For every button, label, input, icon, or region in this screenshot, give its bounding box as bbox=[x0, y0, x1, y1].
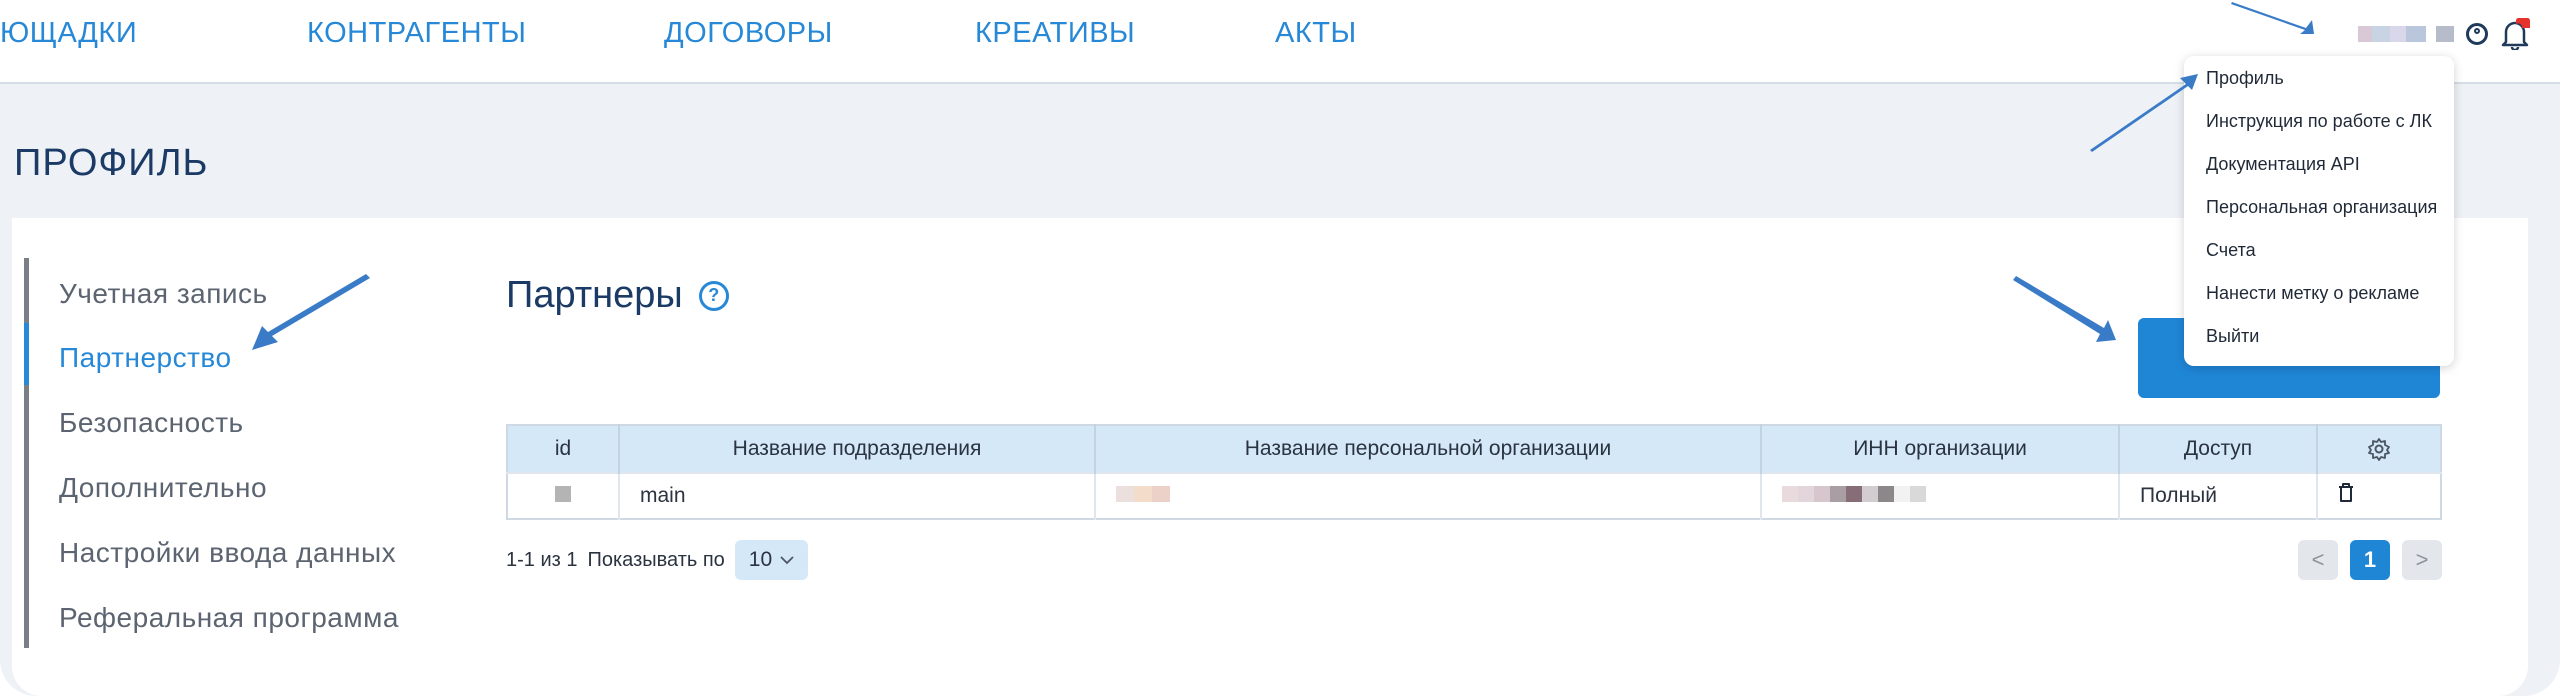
page-size-select[interactable]: 10 bbox=[734, 540, 809, 580]
blurred-username[interactable] bbox=[2358, 26, 2454, 42]
column-settings bbox=[2317, 425, 2441, 473]
menu-item-instructions[interactable]: Инструкция по работе с ЛК bbox=[2206, 111, 2432, 132]
top-navigation: ЮЩАДКИ КОНТРАГЕНТЫ ДОГОВОРЫ КРЕАТИВЫ АКТ… bbox=[0, 0, 2560, 84]
current-page-button[interactable]: 1 bbox=[2350, 540, 2390, 580]
cell-division: main bbox=[619, 472, 1096, 519]
cell-personal-organization bbox=[1095, 472, 1762, 519]
cell-access: Полный bbox=[2119, 472, 2318, 519]
profile-sidebar: Учетная запись Партнерство Безопасность … bbox=[24, 258, 449, 648]
pagination-range: 1-1 из 1 bbox=[506, 548, 578, 571]
column-header-division[interactable]: Название подразделения bbox=[619, 425, 1096, 473]
nav-item-acts[interactable]: АКТЫ bbox=[1275, 17, 1357, 50]
sidebar-item-data-input-settings[interactable]: Настройки ввода данных bbox=[29, 533, 396, 573]
sidebar-item-partnership[interactable]: Партнерство bbox=[29, 338, 232, 378]
redacted-organization bbox=[1116, 486, 1170, 502]
table-row[interactable]: main Полный bbox=[507, 472, 2441, 519]
app-frame: ЮЩАДКИ КОНТРАГЕНТЫ ДОГОВОРЫ КРЕАТИВЫ АКТ… bbox=[0, 0, 2560, 696]
chevron-down-icon bbox=[780, 556, 794, 565]
nav-item-platforms[interactable]: ЮЩАДКИ bbox=[0, 17, 137, 50]
page-size-label: Показывать по bbox=[587, 548, 725, 571]
profile-card: Учетная запись Партнерство Безопасность … bbox=[12, 218, 2528, 696]
partners-table: id Название подразделения Название персо… bbox=[506, 424, 2442, 520]
menu-item-invoices[interactable]: Счета bbox=[2206, 240, 2256, 261]
cell-inn bbox=[1761, 472, 2120, 519]
pagination-controls: < 1 > bbox=[2298, 540, 2442, 580]
column-header-access[interactable]: Доступ bbox=[2119, 425, 2318, 473]
section-title-text: Партнеры bbox=[506, 274, 683, 316]
gear-icon[interactable] bbox=[2367, 437, 2391, 462]
user-menu-dropdown: Профиль Инструкция по работе с ЛК Докуме… bbox=[2184, 56, 2454, 366]
next-page-button[interactable]: > bbox=[2402, 540, 2442, 580]
redacted-id bbox=[555, 486, 571, 502]
menu-item-logout[interactable]: Выйти bbox=[2206, 326, 2259, 347]
user-circle-icon[interactable] bbox=[2466, 23, 2488, 45]
menu-item-ad-label[interactable]: Нанести метку о рекламе bbox=[2206, 283, 2419, 304]
prev-page-button[interactable]: < bbox=[2298, 540, 2338, 580]
nav-item-contracts[interactable]: ДОГОВОРЫ bbox=[664, 17, 833, 50]
sidebar-item-security[interactable]: Безопасность bbox=[29, 403, 244, 443]
nav-item-creatives[interactable]: КРЕАТИВЫ bbox=[975, 17, 1135, 50]
column-header-id[interactable]: id bbox=[507, 425, 620, 473]
menu-item-api-docs[interactable]: Документация API bbox=[2206, 154, 2360, 175]
menu-item-profile[interactable]: Профиль bbox=[2206, 68, 2284, 89]
column-header-inn[interactable]: ИНН организации bbox=[1761, 425, 2120, 473]
cell-id bbox=[507, 472, 620, 519]
pagination-info: 1-1 из 1 Показывать по 10 bbox=[506, 540, 809, 580]
column-header-personal-organization[interactable]: Название персональной организации bbox=[1095, 425, 1762, 473]
page-title: ПРОФИЛЬ bbox=[14, 142, 209, 184]
bell-icon[interactable] bbox=[2500, 15, 2532, 52]
trash-icon[interactable] bbox=[2338, 483, 2354, 503]
table-header-row: id Название подразделения Название персо… bbox=[507, 425, 2441, 473]
help-circle-icon[interactable]: ? bbox=[698, 280, 729, 311]
nav-item-counterparties[interactable]: КОНТРАГЕНТЫ bbox=[307, 17, 526, 50]
user-area bbox=[2358, 14, 2532, 54]
section-title: Партнеры ? bbox=[506, 274, 729, 317]
cell-actions bbox=[2317, 472, 2441, 519]
page-size-value: 10 bbox=[748, 548, 773, 571]
redacted-inn bbox=[1782, 486, 1926, 502]
sidebar-item-additional[interactable]: Дополнительно bbox=[29, 468, 267, 508]
sidebar-item-account[interactable]: Учетная запись bbox=[29, 274, 268, 314]
arrow-to-profile-menu-item bbox=[2090, 74, 2198, 152]
sidebar-item-referral-program[interactable]: Реферальная программа bbox=[29, 598, 399, 638]
menu-item-personal-organization[interactable]: Персональная организация bbox=[2206, 197, 2437, 218]
